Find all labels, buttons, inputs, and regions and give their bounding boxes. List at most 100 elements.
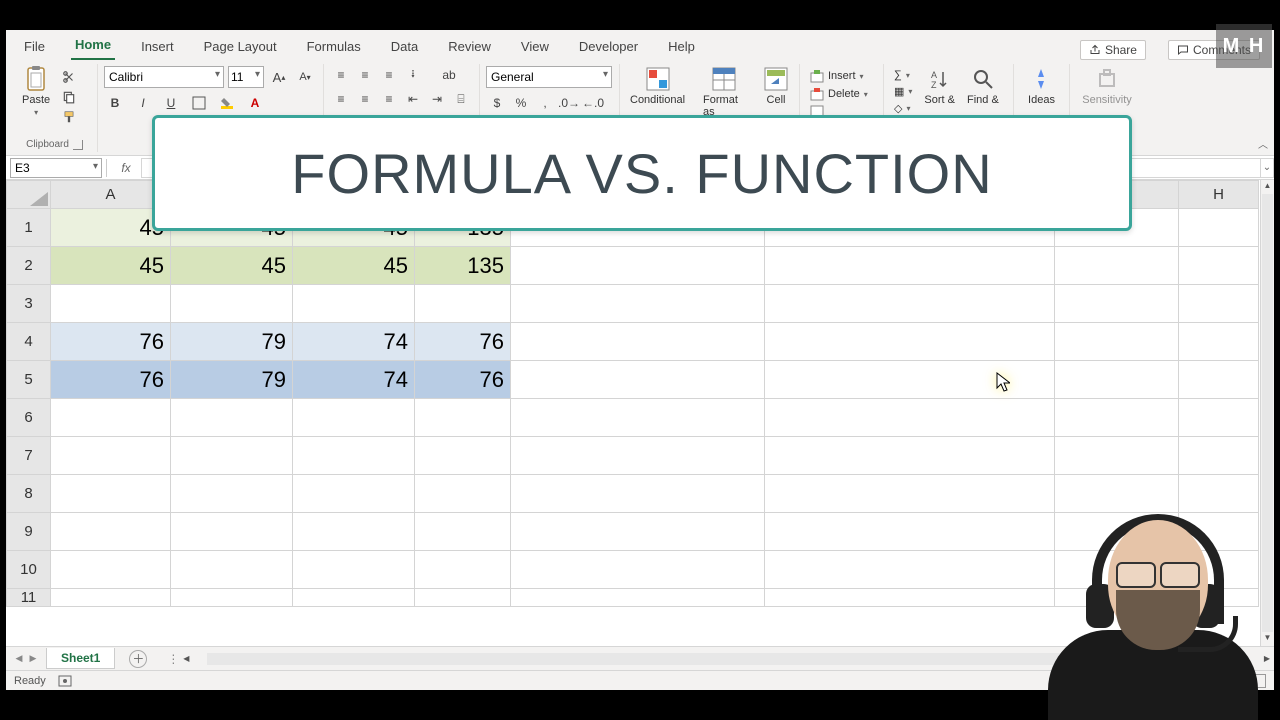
decrease-decimal-icon[interactable]: ←.0 — [582, 94, 604, 112]
cell[interactable]: 135 — [415, 247, 511, 285]
paste-button[interactable]: Paste ▾ — [18, 64, 54, 119]
font-color-icon[interactable]: A — [244, 94, 266, 112]
expand-formula-bar-icon[interactable]: ⌄ — [1260, 158, 1274, 178]
cell[interactable] — [51, 475, 171, 513]
cell[interactable] — [511, 475, 765, 513]
cell[interactable]: 76 — [415, 323, 511, 361]
select-all-triangle[interactable] — [7, 181, 51, 209]
cell[interactable] — [1055, 323, 1179, 361]
cell[interactable] — [511, 399, 765, 437]
font-size-select[interactable] — [228, 66, 264, 88]
cell[interactable] — [765, 247, 1055, 285]
cell[interactable] — [765, 475, 1055, 513]
cell[interactable] — [293, 437, 415, 475]
increase-indent-icon[interactable]: ⇥ — [426, 90, 448, 108]
decrease-font-icon[interactable]: A▾ — [294, 68, 316, 86]
copy-icon[interactable] — [58, 88, 80, 106]
cell[interactable] — [293, 589, 415, 607]
cell[interactable]: 79 — [171, 361, 293, 399]
merge-center-icon[interactable]: ⌸ — [450, 90, 472, 108]
row-header[interactable]: 9 — [7, 513, 51, 551]
cell[interactable] — [1179, 437, 1259, 475]
cell[interactable] — [1179, 285, 1259, 323]
cell[interactable] — [293, 285, 415, 323]
cell[interactable] — [415, 513, 511, 551]
cell[interactable] — [415, 285, 511, 323]
cell[interactable] — [1179, 247, 1259, 285]
cell[interactable] — [1179, 323, 1259, 361]
decrease-indent-icon[interactable]: ⇤ — [402, 90, 424, 108]
cell[interactable] — [765, 285, 1055, 323]
cell[interactable] — [171, 437, 293, 475]
tab-home[interactable]: Home — [71, 37, 115, 60]
cell[interactable]: 74 — [293, 361, 415, 399]
find-select-button[interactable]: Find & — [963, 64, 1003, 108]
cell[interactable] — [1179, 209, 1259, 247]
cell[interactable] — [51, 285, 171, 323]
cell[interactable] — [51, 437, 171, 475]
cut-icon[interactable] — [58, 68, 80, 86]
sensitivity-button[interactable]: Sensitivity — [1078, 64, 1136, 108]
cell[interactable] — [293, 551, 415, 589]
tab-page-layout[interactable]: Page Layout — [200, 39, 281, 60]
number-format-select[interactable] — [486, 66, 612, 88]
tab-developer[interactable]: Developer — [575, 39, 642, 60]
cell[interactable] — [293, 475, 415, 513]
fill-icon[interactable]: ▦ ▾ — [890, 84, 916, 99]
format-as-table-button[interactable]: Format as — [699, 64, 749, 120]
cell[interactable] — [511, 361, 765, 399]
cell[interactable] — [511, 437, 765, 475]
conditional-formatting-button[interactable]: Conditional — [626, 64, 689, 108]
new-sheet-button[interactable]: ＋ — [129, 650, 147, 668]
cell[interactable]: 76 — [51, 361, 171, 399]
row-header[interactable]: 1 — [7, 209, 51, 247]
cell[interactable] — [511, 285, 765, 323]
cell[interactable] — [765, 399, 1055, 437]
row-header[interactable]: 7 — [7, 437, 51, 475]
row-header[interactable]: 3 — [7, 285, 51, 323]
cell[interactable] — [51, 513, 171, 551]
sheet-nav-next-icon[interactable]: ▶ — [30, 653, 37, 664]
cell[interactable] — [1179, 361, 1259, 399]
row-header[interactable]: 11 — [7, 589, 51, 607]
cell[interactable]: 79 — [171, 323, 293, 361]
clear-icon[interactable]: ◇ ▾ — [890, 101, 916, 116]
comma-format-icon[interactable]: , — [534, 94, 556, 112]
cell[interactable] — [511, 589, 765, 607]
row-header[interactable]: 4 — [7, 323, 51, 361]
cell[interactable] — [1055, 437, 1179, 475]
cell[interactable]: 74 — [293, 323, 415, 361]
tab-insert[interactable]: Insert — [137, 39, 178, 60]
cell[interactable] — [415, 475, 511, 513]
sheet-nav-prev-icon[interactable]: ◀ — [16, 653, 23, 664]
cell[interactable] — [51, 399, 171, 437]
cell[interactable] — [511, 551, 765, 589]
cell[interactable] — [765, 551, 1055, 589]
tab-help[interactable]: Help — [664, 39, 699, 60]
cell[interactable] — [1055, 399, 1179, 437]
ideas-button[interactable]: Ideas — [1024, 64, 1059, 108]
align-center-icon[interactable]: ≡ — [354, 90, 376, 108]
row-header[interactable]: 8 — [7, 475, 51, 513]
format-painter-icon[interactable] — [58, 108, 80, 126]
cell[interactable] — [415, 437, 511, 475]
cell[interactable] — [765, 323, 1055, 361]
accounting-format-icon[interactable]: $ — [486, 94, 508, 112]
row-header[interactable]: 2 — [7, 247, 51, 285]
delete-cells-button[interactable]: Delete▾ — [806, 86, 872, 102]
tab-data[interactable]: Data — [387, 39, 422, 60]
align-right-icon[interactable]: ≡ — [378, 90, 400, 108]
percent-format-icon[interactable]: % — [510, 94, 532, 112]
cell[interactable] — [171, 475, 293, 513]
cell[interactable]: 76 — [415, 361, 511, 399]
bold-button[interactable]: B — [104, 94, 126, 112]
macro-record-icon[interactable] — [58, 675, 72, 687]
row-header[interactable]: 5 — [7, 361, 51, 399]
cell[interactable] — [171, 589, 293, 607]
increase-font-icon[interactable]: A▴ — [268, 68, 290, 86]
cell-styles-button[interactable]: Cell — [759, 64, 793, 108]
cell[interactable] — [511, 247, 765, 285]
sheet-tab-sheet1[interactable]: Sheet1 — [46, 648, 115, 669]
cell[interactable] — [415, 551, 511, 589]
cell[interactable] — [1179, 399, 1259, 437]
